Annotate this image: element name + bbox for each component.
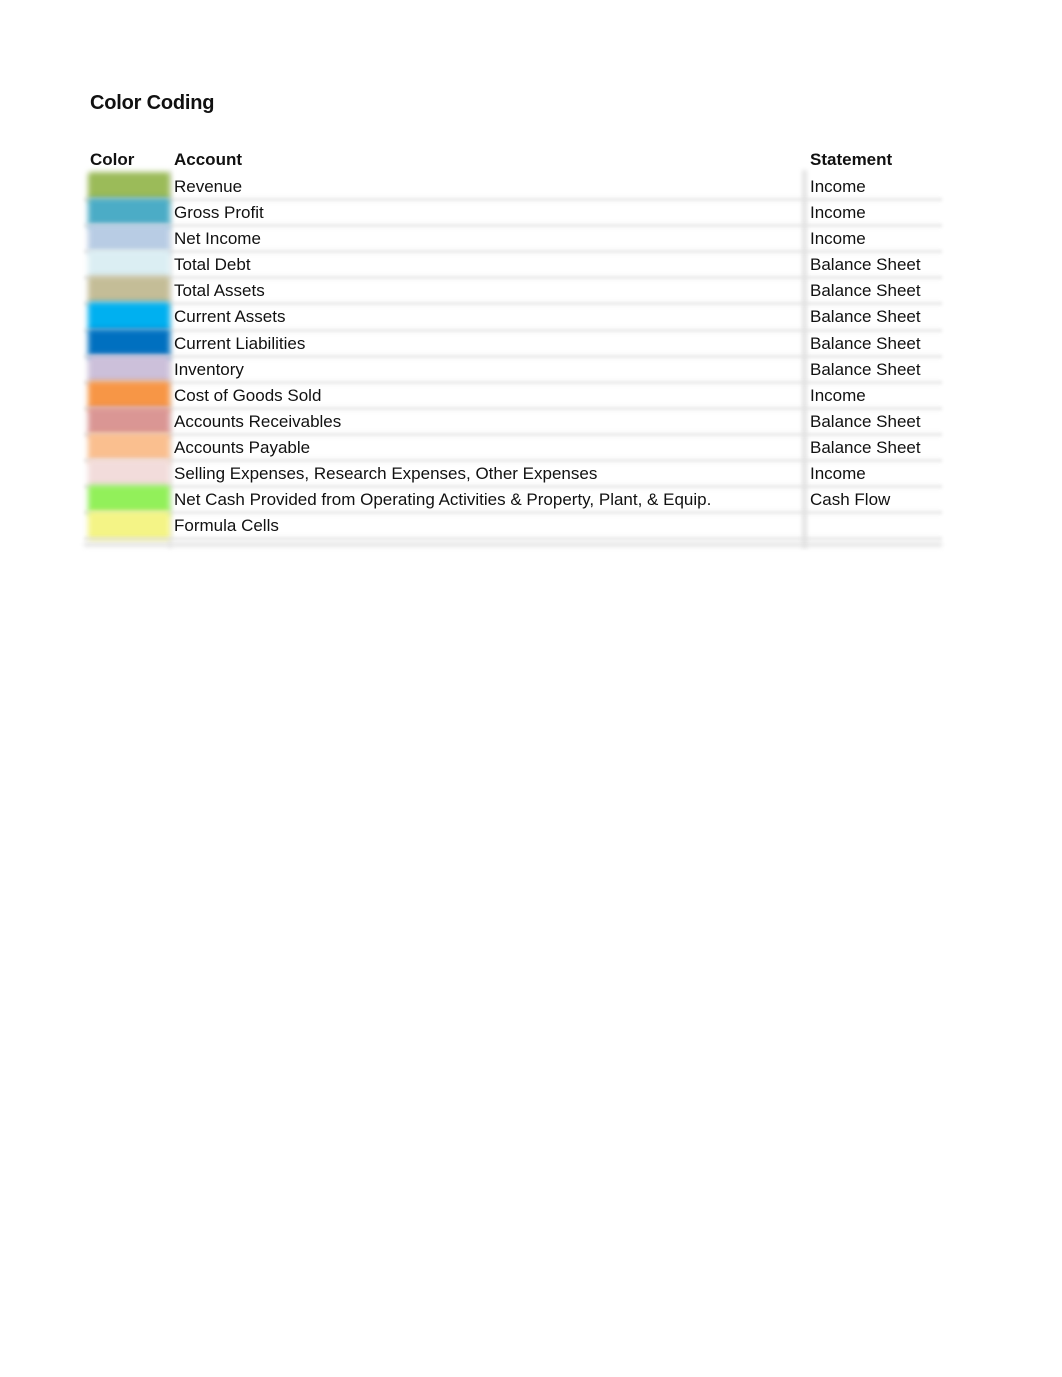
table-bottom-border: [84, 542, 942, 547]
account-cell: Accounts Receivables: [174, 411, 342, 431]
header-statement: Statement: [810, 150, 893, 169]
color-coding-table: Color Account Statement Revenue Income Gro…: [84, 148, 942, 548]
statement-cell: Income: [810, 229, 866, 249]
account-cell: Net Income: [174, 229, 261, 249]
account-cell: Current Liabilities: [174, 333, 306, 353]
account-cell: Inventory: [174, 359, 244, 379]
statement-cell: Balance Sheet: [810, 333, 921, 353]
table-body: Revenue Income Gross Profit Income Net Incom…: [84, 172, 942, 542]
statement-cell: Balance Sheet: [810, 359, 921, 379]
table-header-row: Color Account Statement: [84, 148, 942, 174]
account-cell: Accounts Payable: [174, 437, 311, 457]
statement-cell: Cash Flow: [810, 490, 891, 510]
table-row: Total Assets Balance Sheet: [84, 276, 942, 307]
statement-cell: Income: [810, 177, 866, 196]
statement-cell: Income: [810, 385, 866, 405]
table-row: Net Cash Provided from Operating Activit…: [84, 485, 942, 516]
table-row: Total Debt Balance Sheet: [84, 250, 942, 281]
statement-cell: Balance Sheet: [810, 437, 921, 457]
account-cell: Selling Expenses, Research Expenses, Oth…: [174, 464, 598, 484]
table-row: Gross Profit Income: [84, 198, 942, 229]
header-color: Color: [90, 150, 135, 169]
statement-cell: Balance Sheet: [810, 281, 921, 301]
table-row: Formula Cells: [84, 511, 942, 542]
page-title: Color Coding: [90, 92, 215, 114]
account-cell: Net Cash Provided from Operating Activit…: [174, 490, 712, 510]
table-row: Net Income Income: [84, 224, 942, 255]
statement-cell: Balance Sheet: [810, 255, 921, 275]
statement-cell: Balance Sheet: [810, 307, 921, 327]
account-cell: Cost of Goods Sold: [174, 385, 322, 405]
table-row: Inventory Balance Sheet: [84, 354, 942, 385]
statement-cell: Income: [810, 203, 866, 223]
header-account: Account: [174, 150, 242, 169]
table-row: Cost of Goods Sold Income: [84, 380, 942, 411]
table-row: Revenue Income: [84, 172, 942, 202]
account-cell: Formula Cells: [174, 516, 279, 536]
statement-cell: Balance Sheet: [810, 411, 921, 431]
account-cell: Total Debt: [174, 255, 251, 275]
account-cell: Gross Profit: [174, 203, 264, 223]
account-cell: Revenue: [174, 177, 243, 196]
account-cell: Current Assets: [174, 307, 286, 327]
table-row: Selling Expenses, Research Expenses, Oth…: [84, 459, 942, 490]
table-row: Current Assets Balance Sheet: [84, 302, 942, 333]
table-row: Accounts Payable Balance Sheet: [84, 432, 942, 463]
account-cell: Total Assets: [174, 281, 265, 301]
color-swatch: [88, 302, 170, 333]
color-swatch: [88, 511, 170, 542]
table-row: Accounts Receivables Balance Sheet: [84, 406, 942, 437]
statement-cell: Income: [810, 464, 866, 484]
table-row: Current Liabilities Balance Sheet: [84, 328, 942, 359]
